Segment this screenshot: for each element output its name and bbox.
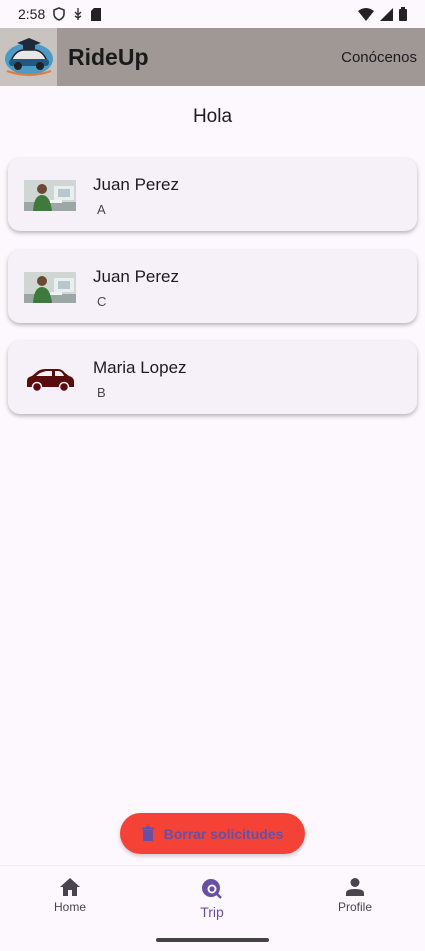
status-time: 2:58 <box>18 6 46 22</box>
nav-label-trip: Trip <box>200 904 224 920</box>
nav-item-trip[interactable]: Trip <box>167 878 257 920</box>
signal-status-icon <box>380 7 393 21</box>
conocenos-button[interactable]: Conócenos <box>341 49 417 66</box>
nav-item-home[interactable]: Home <box>25 878 115 914</box>
request-name: Juan Perez <box>93 267 179 286</box>
request-card[interactable]: Juan Perez C <box>8 250 417 323</box>
bottom-navigation: Home Trip Profile <box>0 865 425 936</box>
request-card[interactable]: Maria Lopez B <box>8 341 417 414</box>
person-photo <box>24 180 76 211</box>
request-card[interactable]: Juan Perez A <box>8 158 417 231</box>
app-bar: RideUp Conócenos <box>0 28 425 86</box>
wifi-status-icon <box>358 7 374 21</box>
usb-status-icon <box>74 8 82 20</box>
delete-requests-button[interactable]: Borrar solicitudes <box>120 813 305 854</box>
status-bar: 2:58 <box>0 0 425 28</box>
delete-requests-label: Borrar solicitudes <box>163 825 284 842</box>
shield-status-icon <box>53 7 66 21</box>
greeting-text: Hola <box>192 106 233 127</box>
request-subtitle: B <box>97 385 106 400</box>
car-icon <box>27 369 74 393</box>
person-icon <box>346 878 364 896</box>
request-subtitle: A <box>97 202 106 217</box>
request-subtitle: C <box>97 294 107 309</box>
app-title: RideUp <box>68 43 149 70</box>
request-name: Maria Lopez <box>93 358 187 377</box>
home-icon <box>60 878 80 896</box>
nav-label-profile: Profile <box>337 900 372 914</box>
nav-label-home: Home <box>53 900 86 914</box>
trip-search-icon <box>202 879 222 899</box>
sd-card-status-icon <box>91 7 102 21</box>
person-photo <box>24 272 76 303</box>
nav-item-profile[interactable]: Profile <box>310 878 400 914</box>
rideup-logo <box>0 28 57 86</box>
request-name: Juan Perez <box>93 175 179 194</box>
battery-status-icon <box>399 7 407 21</box>
trash-icon <box>141 826 154 841</box>
gesture-handle[interactable] <box>156 938 269 942</box>
